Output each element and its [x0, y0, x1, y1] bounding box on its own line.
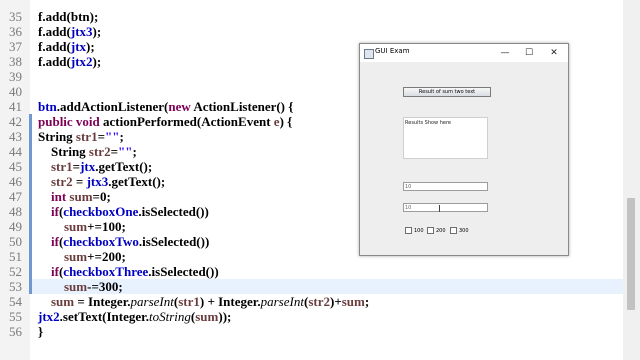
code-line[interactable]: } — [38, 324, 43, 339]
line-number: 41 — [9, 99, 22, 114]
checkbox-100[interactable]: 100 — [405, 227, 424, 234]
code-line[interactable]: f.add(jtx2); — [38, 54, 101, 69]
checkbox-box[interactable] — [450, 227, 457, 234]
line-number: 48 — [9, 204, 22, 219]
checkbox-box[interactable] — [427, 227, 434, 234]
line-number: 43 — [9, 129, 22, 144]
checkbox-200[interactable]: 200 — [427, 227, 446, 234]
sum-button[interactable]: Result of sum two text — [403, 87, 491, 97]
checkbox-100-label: 100 — [414, 228, 424, 234]
code-line[interactable]: sum+=100; — [38, 219, 126, 234]
maximize-button[interactable]: ☐ — [522, 46, 536, 60]
line-number: 51 — [9, 249, 22, 264]
line-number: 35 — [9, 9, 22, 24]
code-line[interactable]: str2 = jtx3.getText(); — [38, 174, 165, 189]
code-line[interactable]: if(checkboxOne.isSelected()) — [38, 204, 209, 219]
line-number: 49 — [9, 219, 22, 234]
line-number: 36 — [9, 24, 22, 39]
checkbox-box[interactable] — [405, 227, 412, 234]
code-line[interactable]: str1=jtx.getText(); — [38, 159, 152, 174]
code-line[interactable]: String str2=""; — [38, 144, 137, 159]
line-number: 40 — [9, 84, 22, 99]
checkbox-300[interactable]: 300 — [450, 227, 469, 234]
line-number: 47 — [9, 189, 22, 204]
change-marker — [29, 144, 32, 294]
checkbox-200-label: 200 — [436, 228, 446, 234]
line-number: 53 — [9, 279, 22, 294]
code-line[interactable]: if(checkboxThree.isSelected()) — [38, 264, 219, 279]
number-field-2[interactable]: 10 — [403, 203, 488, 212]
line-number: 38 — [9, 54, 22, 69]
code-line[interactable]: sum = Integer.parseInt(str1) + Integer.p… — [38, 294, 369, 309]
number-field-2-value: 10 — [405, 205, 412, 211]
code-line[interactable]: btn.addActionListener(new ActionListener… — [38, 99, 293, 114]
code-line[interactable]: jtx2.setText(Integer.toString(sum)); — [38, 309, 231, 324]
code-line[interactable]: f.add(jtx); — [38, 39, 95, 54]
line-number: 55 — [9, 309, 22, 324]
line-number-gutter: 35 36 37 38 39 40 41 42 43 44 45 46 47 48 49 50 51 52 53 54… — [0, 0, 30, 360]
results-text: Results Show here — [405, 120, 451, 126]
close-button[interactable]: ✕ — [547, 46, 561, 60]
java-app-icon — [364, 49, 374, 59]
line-number: 45 — [9, 159, 22, 174]
code-line[interactable]: f.add(jtx3); — [38, 24, 101, 39]
window-titlebar[interactable]: GUI Exam — ☐ ✕ — [360, 44, 568, 62]
text-cursor-icon — [439, 205, 440, 212]
line-number: 54 — [9, 294, 22, 309]
line-number: 50 — [9, 234, 22, 249]
number-field-1[interactable]: 10 — [403, 182, 488, 191]
vertical-scrollbar[interactable] — [623, 0, 640, 360]
checkbox-300-label: 300 — [459, 228, 469, 234]
change-marker — [29, 114, 32, 129]
minimize-button[interactable]: — — [498, 46, 512, 60]
number-field-1-value: 10 — [405, 184, 412, 190]
code-line[interactable]: public void actionPerformed(ActionEvent … — [38, 114, 292, 129]
gui-exam-window[interactable]: GUI Exam — ☐ ✕ Result of sum two text Re… — [359, 43, 569, 256]
results-text-area[interactable]: Results Show here — [403, 117, 488, 159]
line-number: 52 — [9, 264, 22, 279]
change-marker — [29, 129, 32, 144]
code-line[interactable]: sum+=200; — [38, 249, 126, 264]
code-line[interactable]: f.add(btn); — [38, 9, 98, 24]
code-line[interactable]: sum-=300; — [38, 279, 123, 294]
scrollbar-thumb[interactable] — [627, 198, 635, 310]
line-number: 42 — [9, 114, 22, 129]
window-title: GUI Exam — [375, 47, 410, 55]
line-number: 37 — [9, 39, 22, 54]
code-line[interactable]: int sum=0; — [38, 189, 111, 204]
line-number: 56 — [9, 324, 22, 339]
line-number: 46 — [9, 174, 22, 189]
line-number: 44 — [9, 144, 22, 159]
code-line[interactable]: if(checkboxTwo.isSelected()) — [38, 234, 209, 249]
line-number: 39 — [9, 69, 22, 84]
code-line[interactable]: String str1=""; — [38, 129, 124, 144]
